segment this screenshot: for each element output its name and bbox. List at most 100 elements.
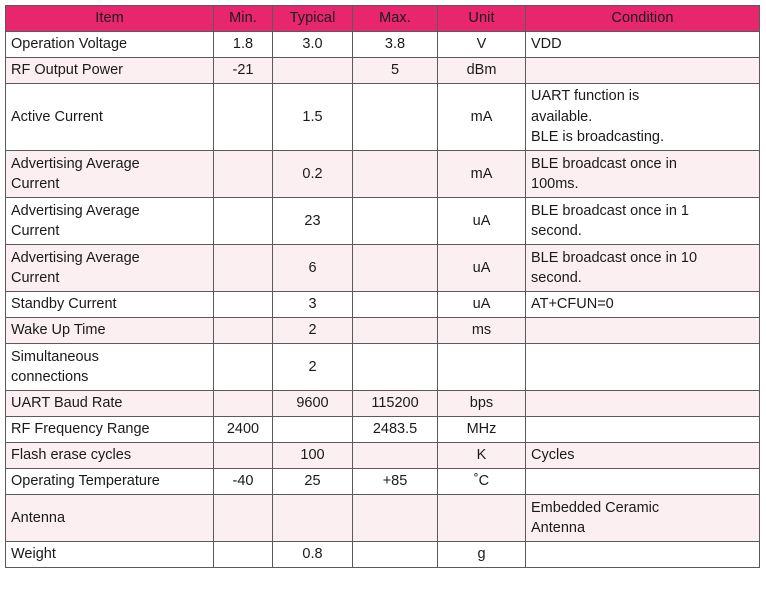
cell-typical: 2: [272, 317, 353, 344]
column-header-item: Item: [5, 5, 214, 32]
cell-min: -40: [213, 468, 273, 495]
cell-item: Wake Up Time: [5, 317, 214, 344]
cell-unit: uA: [437, 244, 526, 292]
cell-line: Embedded Ceramic: [531, 499, 660, 516]
cell-line: Cycles: [531, 447, 575, 464]
cell-condition: UART function is available. BLE is broadca…: [525, 83, 760, 151]
cell-min: [213, 197, 273, 245]
cell-typical: 2: [272, 343, 353, 391]
cell-min: [213, 291, 273, 318]
table-row: RF Output Power -21 5 dBm: [5, 57, 760, 84]
cell-condition: Embedded Ceramic Antenna: [525, 494, 760, 542]
cell-max: 115200: [352, 390, 438, 417]
table-row: Advertising Average Current 23 uA BLE broadc…: [5, 197, 760, 245]
column-header-min: Min.: [213, 5, 273, 32]
cell-line: Advertising Average: [11, 155, 140, 172]
cell-typical: 25: [272, 468, 353, 495]
cell-unit: uA: [437, 197, 526, 245]
cell-typical: [272, 416, 353, 443]
cell-line: Current: [11, 176, 60, 192]
table-row: Standby Current 3 uA AT+CFUN=0: [5, 291, 760, 318]
cell-condition: [525, 416, 760, 443]
cell-item: Advertising Average Current: [5, 244, 214, 292]
cell-max: [352, 343, 438, 391]
cell-condition: [525, 541, 760, 568]
cell-item: Antenna: [5, 494, 214, 542]
cell-typical: 3: [272, 291, 353, 318]
cell-condition: Cycles: [525, 442, 760, 469]
cell-unit: MHz: [437, 416, 526, 443]
cell-unit: mA: [437, 150, 526, 198]
table-row: Flash erase cycles 100 K Cycles: [5, 442, 760, 469]
cell-max: 5: [352, 57, 438, 84]
table-row: Advertising Average Current 6 uA BLE broadca…: [5, 244, 760, 292]
cell-line: VDD: [531, 36, 562, 53]
specification-table: Item Min. Typical Max. Unit Condition Op…: [5, 5, 760, 568]
cell-item: RF Frequency Range: [5, 416, 214, 443]
cell-item: Advertising Average Current: [5, 150, 214, 198]
cell-line: AT+CFUN=0: [531, 296, 614, 313]
cell-line: 100ms.: [531, 176, 579, 192]
cell-item: Simultaneous connections: [5, 343, 214, 391]
cell-min: [213, 442, 273, 469]
table-row: Antenna Embedded Ceramic Antenna: [5, 494, 760, 542]
table-row: Operating Temperature -40 25 +85 ˚C: [5, 468, 760, 495]
cell-min: [213, 343, 273, 391]
cell-condition: [525, 317, 760, 344]
cell-unit: [437, 343, 526, 391]
cell-item: Flash erase cycles: [5, 442, 214, 469]
cell-max: [352, 494, 438, 542]
cell-min: [213, 494, 273, 542]
cell-line: Current: [11, 223, 60, 239]
cell-unit: dBm: [437, 57, 526, 84]
cell-item: Advertising Average Current: [5, 197, 214, 245]
cell-max: [352, 442, 438, 469]
cell-min: [213, 390, 273, 417]
cell-condition: VDD: [525, 31, 760, 58]
cell-max: [352, 83, 438, 151]
cell-condition: BLE broadcast once in 1 second.: [525, 197, 760, 245]
cell-typical: [272, 57, 353, 84]
cell-line: second.: [531, 223, 582, 239]
column-header-max: Max.: [352, 5, 438, 32]
cell-min: [213, 83, 273, 151]
table-row: RF Frequency Range 2400 2483.5 MHz: [5, 416, 760, 443]
table-row: Simultaneous connections 2: [5, 343, 760, 391]
column-header-typical: Typical: [272, 5, 353, 32]
cell-line: Antenna: [531, 520, 586, 536]
cell-typical: 23: [272, 197, 353, 245]
cell-max: [352, 291, 438, 318]
cell-item: Standby Current: [5, 291, 214, 318]
cell-max: [352, 244, 438, 292]
table-row: Wake Up Time 2 ms: [5, 317, 760, 344]
cell-typical: 0.2: [272, 150, 353, 198]
cell-max: [352, 317, 438, 344]
cell-typical: 0.8: [272, 541, 353, 568]
cell-unit: ms: [437, 317, 526, 344]
cell-min: [213, 244, 273, 292]
specification-table-page: Item Min. Typical Max. Unit Condition Op…: [0, 0, 766, 600]
cell-item: UART Baud Rate: [5, 390, 214, 417]
cell-typical: 6: [272, 244, 353, 292]
cell-unit: V: [437, 31, 526, 58]
cell-unit: g: [437, 541, 526, 568]
column-header-unit: Unit: [437, 5, 526, 32]
cell-item: Active Current: [5, 83, 214, 151]
cell-typical: [272, 494, 353, 542]
cell-min: 2400: [213, 416, 273, 443]
table-header-row: Item Min. Typical Max. Unit Condition: [5, 5, 760, 32]
cell-min: -21: [213, 57, 273, 84]
cell-unit: bps: [437, 390, 526, 417]
cell-condition: BLE broadcast once in 100ms.: [525, 150, 760, 198]
cell-max: [352, 197, 438, 245]
cell-condition: [525, 390, 760, 417]
cell-line: UART function is: [531, 88, 640, 105]
cell-condition: AT+CFUN=0: [525, 291, 760, 318]
cell-line: available.: [531, 108, 593, 125]
cell-line: BLE broadcast once in: [531, 155, 677, 172]
table-row: Active Current 1.5 mA UART function is avail…: [5, 83, 760, 151]
cell-line: connections: [11, 369, 89, 385]
cell-item: Weight: [5, 541, 214, 568]
cell-unit: mA: [437, 83, 526, 151]
cell-max: 3.8: [352, 31, 438, 58]
